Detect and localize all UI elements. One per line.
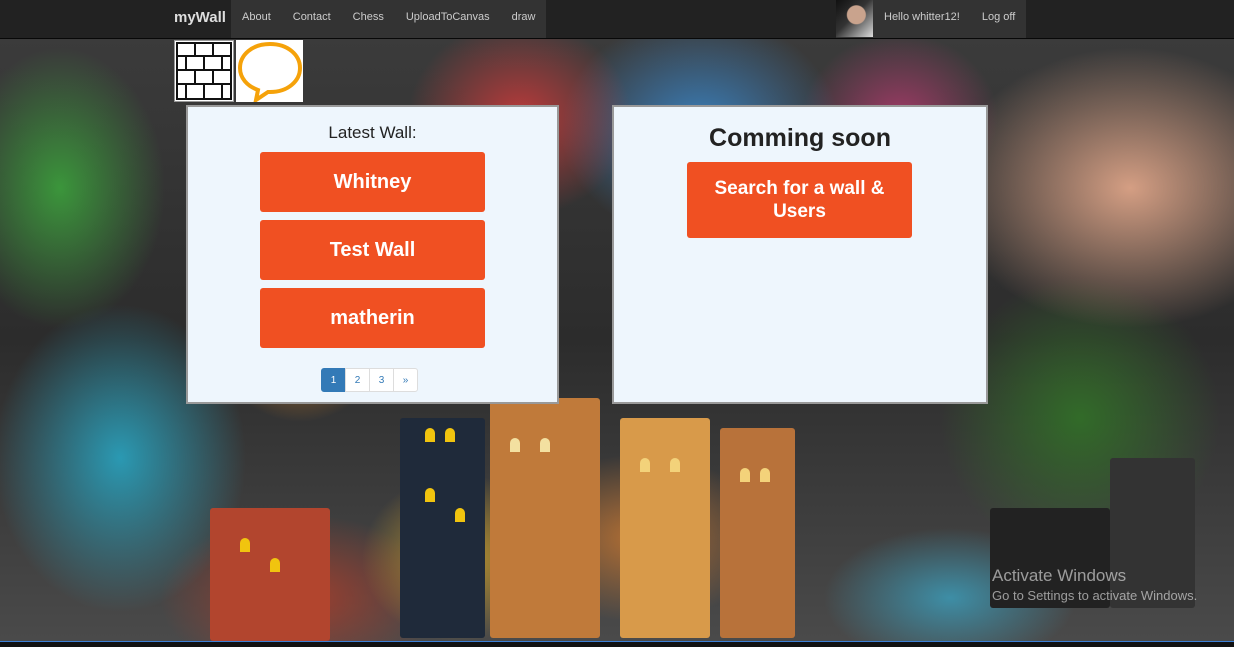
logoff-link[interactable]: Log off (971, 0, 1026, 38)
nav-about-link[interactable]: About (231, 0, 282, 38)
pagination: 1 2 3 » (321, 368, 418, 392)
top-navbar: myWall About Contact Chess UploadToCanva… (0, 0, 1234, 39)
search-wall-users-button[interactable]: Search for a wall & Users (687, 162, 912, 238)
nav-links: About Contact Chess UploadToCanvas draw (231, 0, 547, 38)
page-2-button[interactable]: 2 (345, 368, 370, 392)
wall-button-test-wall[interactable]: Test Wall (260, 220, 485, 280)
avatar[interactable] (836, 0, 873, 37)
taskbar-edge (0, 641, 1234, 647)
speech-bubble-icon[interactable] (236, 40, 303, 105)
coming-soon-title: Comming soon (709, 124, 891, 152)
nav-uploadtocanvas-link[interactable]: UploadToCanvas (395, 0, 501, 38)
nav-draw-link[interactable]: draw (501, 0, 547, 38)
page-3-button[interactable]: 3 (369, 368, 394, 392)
coming-soon-panel: Comming soon Search for a wall & Users (612, 105, 988, 404)
brand-link[interactable]: myWall (174, 0, 226, 38)
user-nav: Hello whitter12! Log off (836, 0, 1027, 38)
wall-button-matherin[interactable]: matherin (260, 288, 485, 348)
latest-wall-panel: Latest Wall: Whitney Test Wall matherin … (186, 105, 559, 404)
page-1-button[interactable]: 1 (321, 368, 346, 392)
next-page-button[interactable]: » (393, 368, 418, 392)
brick-wall-icon[interactable] (174, 40, 234, 102)
watermark-title: Activate Windows (992, 566, 1127, 585)
latest-wall-title: Latest Wall: (328, 123, 417, 142)
watermark-subtitle: Go to Settings to activate Windows. (992, 588, 1198, 603)
wall-button-whitney[interactable]: Whitney (260, 152, 485, 212)
greeting-link[interactable]: Hello whitter12! (873, 0, 971, 38)
activation-watermark: Activate Windows Go to Settings to activ… (992, 566, 1197, 603)
nav-chess-link[interactable]: Chess (342, 0, 395, 38)
nav-contact-link[interactable]: Contact (282, 0, 342, 38)
